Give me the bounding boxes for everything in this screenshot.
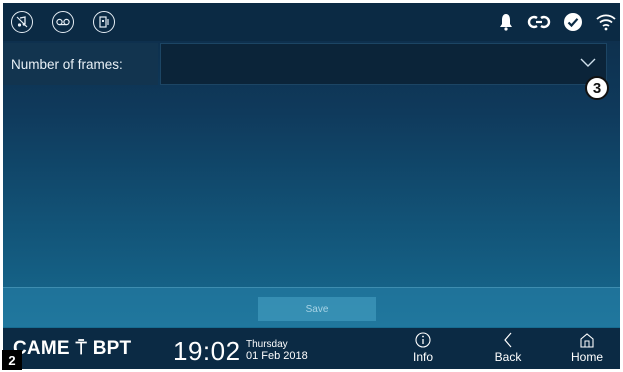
music-mute-icon[interactable] (11, 11, 33, 33)
home-label: Home (570, 350, 603, 364)
home-icon (580, 333, 594, 348)
brand-bpt: BPT (92, 338, 132, 359)
brand-logo: CAME ⍑ BPT (13, 338, 131, 360)
clock-date: 01 Feb 2018 (246, 350, 308, 362)
back-button[interactable]: Back (483, 332, 533, 366)
link-icon[interactable] (526, 12, 552, 32)
number-of-frames-row: Number of frames: (3, 43, 620, 85)
home-button[interactable]: Home (562, 332, 612, 366)
info-label: Info (412, 350, 433, 364)
chevron-down-icon[interactable] (580, 58, 596, 68)
info-button[interactable]: Info (398, 332, 448, 366)
device-screen: Number of frames: Save CAME ⍑ BPT 19:02 Th… (0, 0, 623, 372)
clock-day: Thursday (246, 339, 288, 350)
bottom-bar: CAME ⍑ BPT 19:02 Thursday 01 Feb 2018 Info… (3, 328, 620, 369)
figure-number: 2 (2, 350, 22, 370)
callout-marker: 3 (585, 76, 609, 100)
number-of-frames-dropdown[interactable] (160, 43, 607, 85)
save-button[interactable]: Save (258, 297, 376, 321)
info-icon (415, 332, 431, 348)
number-of-frames-label: Number of frames: (3, 43, 158, 85)
voicemail-icon[interactable] (52, 11, 74, 33)
clock-time: 19:02 (173, 336, 241, 366)
checkmark-icon[interactable] (563, 12, 583, 32)
top-status-bar (3, 3, 620, 41)
back-label: Back (494, 350, 522, 364)
wifi-icon[interactable] (595, 12, 617, 32)
settings-panel: Number of frames: Save CAME ⍑ BPT 19:02 Th… (3, 3, 620, 369)
bell-icon[interactable] (497, 12, 515, 32)
door-icon[interactable] (93, 11, 115, 33)
back-arrow-icon (504, 332, 512, 348)
brand-separator-icon: ⍑ (75, 338, 87, 358)
save-bar: Save (3, 287, 620, 327)
